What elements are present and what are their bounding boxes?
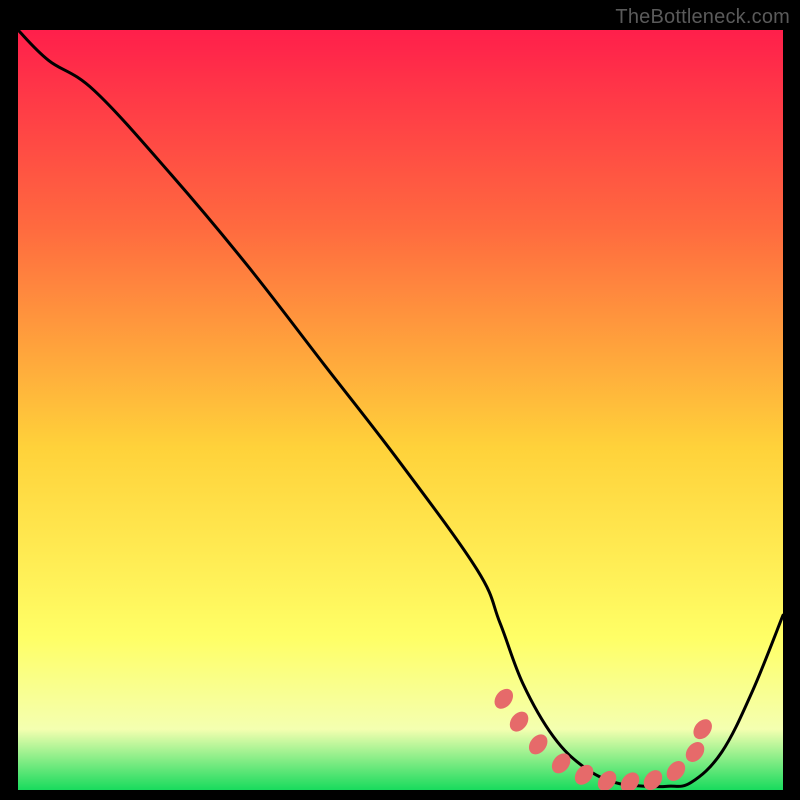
chart-svg	[18, 30, 783, 790]
chart-stage: TheBottleneck.com	[0, 0, 800, 800]
watermark-text: TheBottleneck.com	[615, 6, 790, 29]
plot-area	[18, 30, 783, 790]
gradient-background	[18, 30, 783, 790]
